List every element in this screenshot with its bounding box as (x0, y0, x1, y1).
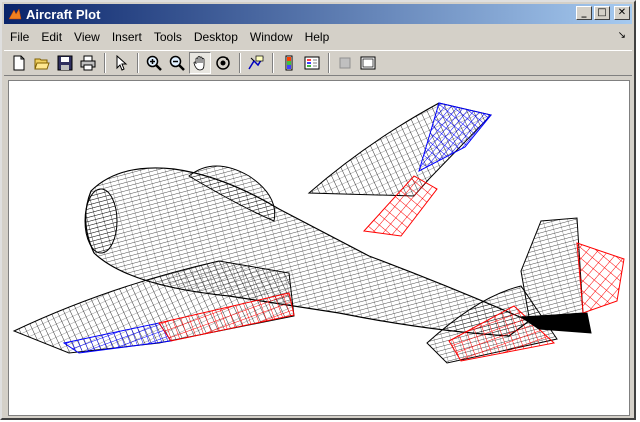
save-button[interactable] (54, 52, 76, 74)
colorbar-icon (285, 55, 293, 71)
pointer-icon (116, 55, 128, 71)
zoom-in-icon (146, 55, 162, 71)
print-icon (80, 55, 96, 71)
new-figure-button[interactable] (8, 52, 30, 74)
data-cursor-icon (248, 55, 264, 70)
maximize-button[interactable]: □ (594, 6, 610, 20)
show-plot-tools-button[interactable] (357, 52, 379, 74)
legend-button[interactable] (301, 52, 323, 74)
zoom-out-button[interactable] (166, 52, 188, 74)
menu-help[interactable]: Help (299, 30, 336, 44)
menu-insert[interactable]: Insert (106, 30, 148, 44)
pointer-button[interactable] (110, 52, 132, 74)
toolbar-separator (137, 53, 139, 73)
open-file-button[interactable] (31, 52, 53, 74)
data-cursor-button[interactable] (245, 52, 267, 74)
show-plot-tools-icon (360, 56, 376, 70)
minimize-button[interactable]: _ (576, 6, 592, 20)
rotate-3d-icon (216, 56, 230, 70)
window-title: Aircraft Plot (26, 6, 101, 22)
menu-view[interactable]: View (68, 30, 106, 44)
rotate-3d-button[interactable] (212, 52, 234, 74)
menu-window[interactable]: Window (244, 30, 299, 44)
toolbar-separator (104, 53, 106, 73)
colorbar-button[interactable] (278, 52, 300, 74)
print-button[interactable] (77, 52, 99, 74)
hide-plot-tools-icon (339, 57, 351, 69)
aircraft-wireframe-plot (12, 102, 625, 364)
figure-window: Aircraft Plot _ □ ✕ File Edit View Inser… (0, 0, 636, 420)
pan-hand-icon (193, 56, 205, 71)
close-button[interactable]: ✕ (614, 6, 630, 20)
open-file-icon (34, 58, 50, 70)
save-icon (57, 55, 73, 71)
right-wing (307, 102, 492, 237)
hide-plot-tools-button[interactable] (334, 52, 356, 74)
dock-arrow-icon[interactable]: ↘ (618, 30, 626, 41)
menu-desktop[interactable]: Desktop (188, 30, 244, 44)
zoom-out-icon (169, 55, 185, 71)
menu-bar: File Edit View Insert Tools Desktop Wind… (4, 26, 632, 48)
legend-icon (304, 56, 320, 70)
menu-edit[interactable]: Edit (35, 30, 68, 44)
toolbar-separator (328, 53, 330, 73)
toolbar-separator (272, 53, 274, 73)
matlab-logo-icon (8, 8, 22, 20)
menu-file[interactable]: File (4, 30, 35, 44)
figure-canvas[interactable] (8, 80, 630, 416)
menu-tools[interactable]: Tools (148, 30, 188, 44)
zoom-in-button[interactable] (143, 52, 165, 74)
toolbar-separator (239, 53, 241, 73)
title-bar[interactable]: Aircraft Plot _ □ ✕ (4, 4, 632, 24)
new-figure-icon (13, 55, 25, 71)
figure-toolbar (4, 50, 632, 76)
pan-button[interactable] (189, 52, 211, 74)
